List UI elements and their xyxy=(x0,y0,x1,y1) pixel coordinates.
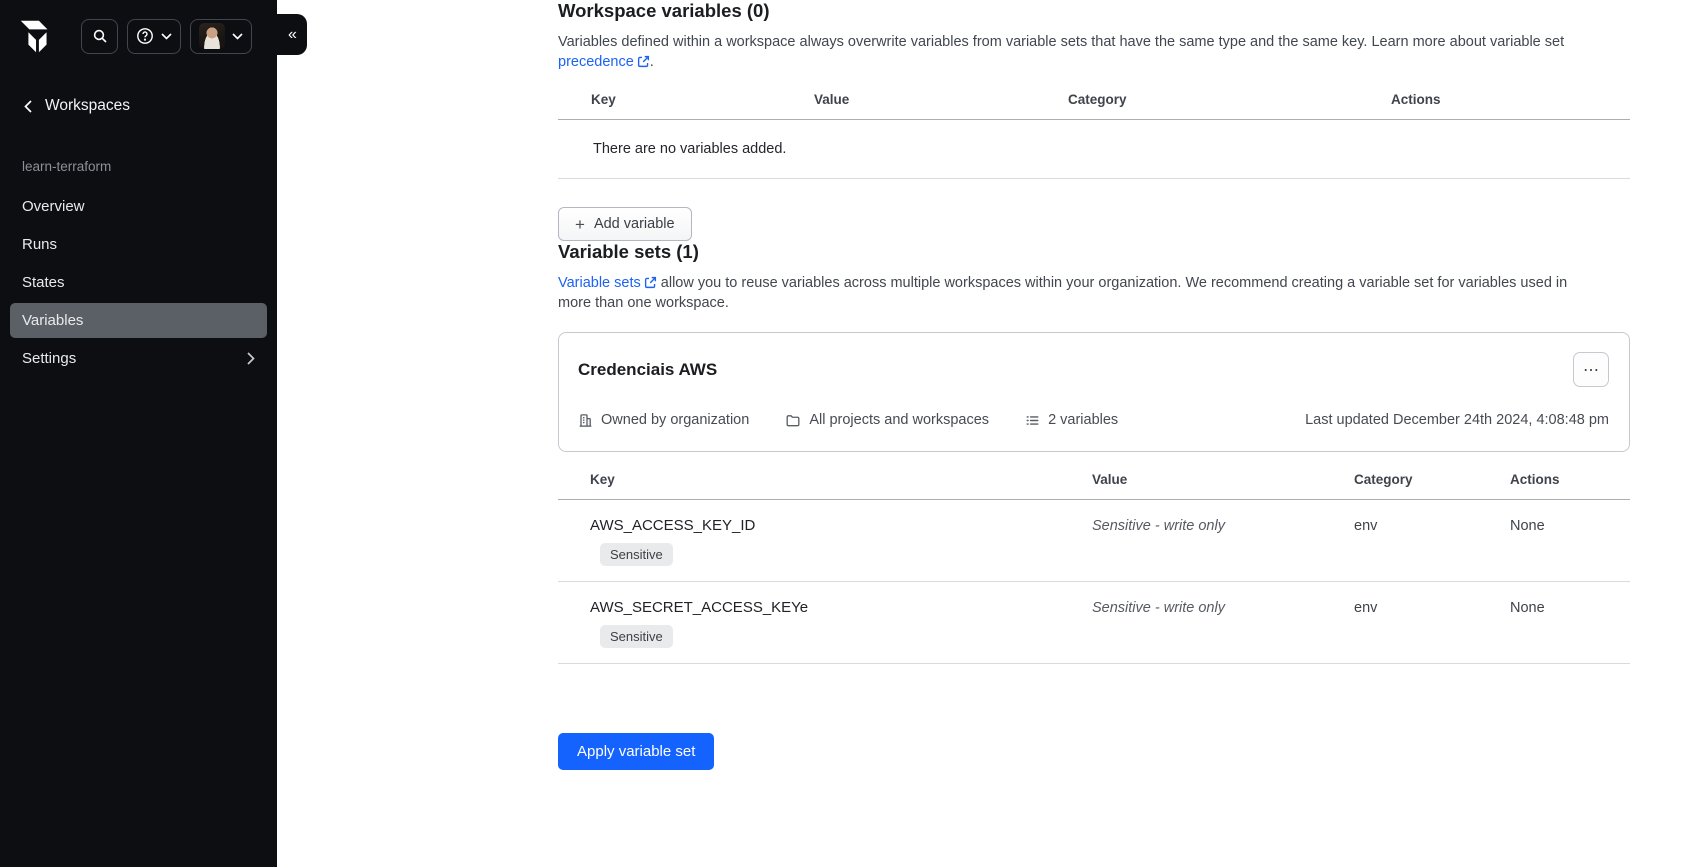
variable-sets-link[interactable]: Variable sets xyxy=(558,275,641,291)
variable-set-card: Credenciais AWS ⋯ Owned by organization xyxy=(558,332,1630,452)
ellipsis-icon: ⋯ xyxy=(1583,360,1599,380)
sensitive-badge: Sensitive xyxy=(600,625,673,648)
variable-category: env xyxy=(1354,599,1510,648)
variable-count: 2 variables xyxy=(1025,412,1118,428)
description-text: Variables defined within a workspace alw… xyxy=(558,34,1564,50)
column-header-actions: Actions xyxy=(1510,472,1630,487)
variable-set-meta: Owned by organization All projects and w… xyxy=(578,412,1609,428)
terraform-logo-icon xyxy=(16,16,58,56)
variable-actions: None xyxy=(1510,517,1630,566)
variable-value: Sensitive - write only xyxy=(1092,599,1354,648)
scope-label: All projects and workspaces xyxy=(809,412,989,428)
main-content: Workspace variables (0) Variables define… xyxy=(558,0,1630,770)
last-updated-label: Last updated December 24th 2024, 4:08:48… xyxy=(1305,412,1609,428)
column-header-value: Value xyxy=(1092,472,1354,487)
description-text: . xyxy=(650,54,654,70)
workspace-variables-title: Workspace variables (0) xyxy=(558,0,1630,22)
variable-key-cell: AWS_ACCESS_KEY_ID Sensitive xyxy=(558,517,1092,566)
back-to-workspaces[interactable]: Workspaces xyxy=(24,97,277,115)
sidebar-item-states[interactable]: States xyxy=(10,265,267,300)
nav-label: Settings xyxy=(22,350,76,367)
list-icon xyxy=(1025,413,1040,428)
variable-set-table-header: Key Value Category Actions xyxy=(558,452,1630,500)
plus-icon: + xyxy=(575,216,585,233)
nav-label: States xyxy=(22,274,65,291)
variable-count-label: 2 variables xyxy=(1048,412,1118,428)
chevron-down-icon xyxy=(161,33,172,40)
variable-sets-title: Variable sets (1) xyxy=(558,241,1630,263)
search-button[interactable] xyxy=(81,19,118,54)
nav-label: Runs xyxy=(22,236,57,253)
sidebar-item-settings[interactable]: Settings xyxy=(10,341,267,376)
user-menu-button[interactable] xyxy=(190,19,252,54)
workspace-name-label: learn-terraform xyxy=(22,159,277,174)
nav-label: Variables xyxy=(22,312,83,329)
chevron-down-icon xyxy=(232,33,243,40)
empty-variables-message: There are no variables added. xyxy=(558,120,1630,179)
sidebar: Workspaces learn-terraform Overview Runs… xyxy=(0,0,277,867)
sidebar-nav: Overview Runs States Variables Settings xyxy=(0,189,277,376)
search-icon xyxy=(92,28,108,44)
user-avatar xyxy=(199,23,225,49)
column-header-category: Category xyxy=(1354,472,1510,487)
external-link-icon xyxy=(644,276,657,289)
column-header-key: Key xyxy=(558,472,1092,487)
chevron-left-icon xyxy=(24,100,32,113)
external-link-icon xyxy=(637,55,650,68)
collapse-sidebar-button[interactable]: « xyxy=(277,14,307,55)
variable-set-menu-button[interactable]: ⋯ xyxy=(1573,352,1609,387)
nav-label: Overview xyxy=(22,198,85,215)
variable-actions: None xyxy=(1510,599,1630,648)
collapse-icon: « xyxy=(288,26,296,44)
organization-icon xyxy=(578,413,593,428)
column-header-category: Category xyxy=(1068,92,1391,107)
workspace-variables-description: Variables defined within a workspace alw… xyxy=(558,32,1583,72)
sensitive-badge: Sensitive xyxy=(600,543,673,566)
sidebar-item-variables[interactable]: Variables xyxy=(10,303,267,338)
sidebar-item-runs[interactable]: Runs xyxy=(10,227,267,262)
column-header-actions: Actions xyxy=(1391,92,1630,107)
folder-icon xyxy=(785,413,801,428)
variable-key: AWS_SECRET_ACCESS_KEYe xyxy=(590,599,1092,616)
variable-category: env xyxy=(1354,517,1510,566)
variable-set-name: Credenciais AWS xyxy=(578,360,717,380)
variable-key-cell: AWS_SECRET_ACCESS_KEYe Sensitive xyxy=(558,599,1092,648)
chevron-right-icon xyxy=(247,352,255,365)
add-variable-label: Add variable xyxy=(594,216,675,232)
variable-value: Sensitive - write only xyxy=(1092,517,1354,566)
owned-by-label: Owned by organization xyxy=(601,412,749,428)
table-row: AWS_ACCESS_KEY_ID Sensitive Sensitive - … xyxy=(558,500,1630,582)
apply-variable-set-button[interactable]: Apply variable set xyxy=(558,733,714,770)
owned-by: Owned by organization xyxy=(578,412,749,428)
sidebar-topbar xyxy=(0,0,277,56)
column-header-key: Key xyxy=(558,92,814,107)
workspace-variables-table-header: Key Value Category Actions xyxy=(558,72,1630,120)
table-row: AWS_SECRET_ACCESS_KEYe Sensitive Sensiti… xyxy=(558,582,1630,664)
description-text: allow you to reuse variables across mult… xyxy=(558,275,1567,311)
help-icon xyxy=(136,27,154,45)
variable-key: AWS_ACCESS_KEY_ID xyxy=(590,517,1092,534)
scope: All projects and workspaces xyxy=(785,412,989,428)
variable-sets-description: Variable sets allow you to reuse variabl… xyxy=(558,273,1583,313)
column-header-value: Value xyxy=(814,92,1068,107)
back-label: Workspaces xyxy=(45,97,130,115)
add-variable-button[interactable]: + Add variable xyxy=(558,207,692,241)
sidebar-item-overview[interactable]: Overview xyxy=(10,189,267,224)
help-menu-button[interactable] xyxy=(127,19,181,54)
precedence-link[interactable]: precedence xyxy=(558,54,634,70)
